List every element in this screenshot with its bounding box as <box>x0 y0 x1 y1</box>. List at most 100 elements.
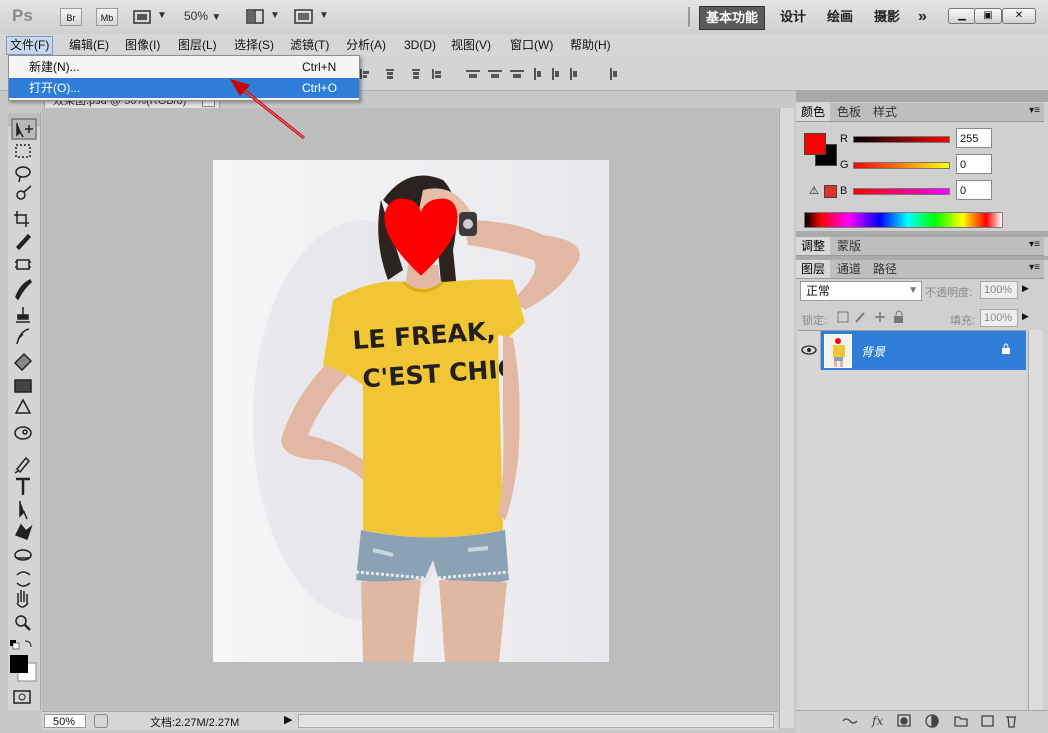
blend-mode-value: 正常 <box>806 284 831 298</box>
opacity-field[interactable]: 100% <box>980 281 1018 299</box>
menu-view[interactable]: 视图(V) <box>448 37 494 54</box>
layers-toolbar-icons[interactable]: fx <box>840 712 1030 730</box>
eye-icon <box>801 345 817 355</box>
status-zoom-field[interactable]: 50% <box>44 714 86 728</box>
menu-item-new-label: 新建(N)... <box>29 60 80 74</box>
chevron-down-icon: ▼ <box>908 285 918 296</box>
film-icon <box>133 10 151 24</box>
title-bar: Ps Br Mb ▼ 50% ▼ ▼ ▼ 基本功能 设计 绘画 摄影 » ▁ ▣… <box>0 0 1048 35</box>
panel-menu-icon[interactable]: ▾≡ <box>1029 239 1040 250</box>
g-slider[interactable] <box>853 162 950 169</box>
lock-label: 锁定: <box>802 315 828 327</box>
chevron-down-icon[interactable]: ▼ <box>319 10 329 21</box>
b-slider[interactable] <box>853 188 950 195</box>
warning-icon: ⚠ <box>809 185 819 197</box>
minimize-button[interactable]: ▁ <box>948 8 976 24</box>
fill-label: 填充: <box>950 315 976 327</box>
opacity-arrow-icon[interactable]: ▶ <box>1022 283 1029 294</box>
status-menu-arrow-icon[interactable]: ▶ <box>284 713 292 726</box>
panel-menu-icon[interactable]: ▾≡ <box>1029 105 1040 116</box>
model-photo: LE FREAK, C'EST CHIC <box>213 160 609 662</box>
grid-layout-icon <box>246 9 264 24</box>
blend-mode-dropdown[interactable]: 正常 ▼ <box>800 281 922 301</box>
layer-name: 背景 <box>861 345 886 359</box>
fill-field[interactable]: 100% <box>980 309 1018 327</box>
svg-text:fx: fx <box>871 714 883 728</box>
status-doc-size: 文档:2.27M/2.27M <box>150 717 240 729</box>
photoshop-logo: Ps <box>12 6 33 25</box>
view-extras-button[interactable] <box>132 8 154 26</box>
r-value-field[interactable]: 255 <box>956 128 992 148</box>
color-spectrum-ramp[interactable] <box>804 212 1003 228</box>
menu-layer[interactable]: 图层(L) <box>175 37 220 54</box>
menu-3d[interactable]: 3D(D) <box>401 37 439 54</box>
menu-help[interactable]: 帮助(H) <box>567 37 614 54</box>
vertical-scrollbar[interactable] <box>779 108 794 728</box>
horizontal-scrollbar[interactable] <box>298 714 774 728</box>
chevron-down-icon: ▼ <box>211 12 222 23</box>
layers-scrollbar[interactable] <box>1028 330 1043 710</box>
status-info-icon[interactable] <box>94 714 108 728</box>
layers-list <box>798 330 1026 711</box>
chevron-down-icon[interactable]: ▼ <box>157 10 167 21</box>
layer-lock-icon <box>1001 343 1011 358</box>
tool-icons <box>10 118 37 704</box>
maximize-button[interactable]: ▣ <box>974 8 1002 24</box>
close-icon: ✕ <box>1014 10 1024 21</box>
workspace-painting[interactable]: 绘画 <box>821 6 859 28</box>
tab-channels[interactable]: 通道 <box>832 260 866 278</box>
distribute-buttons[interactable] <box>464 62 624 84</box>
arrange-documents-button[interactable] <box>246 8 266 26</box>
panel-dock-header <box>796 90 1048 102</box>
gamut-color-swatch[interactable] <box>824 185 837 198</box>
screen-mode-button[interactable] <box>293 8 315 26</box>
tab-masks[interactable]: 蒙版 <box>832 237 866 255</box>
workspace-design[interactable]: 设计 <box>774 6 812 28</box>
chevron-down-icon[interactable]: ▼ <box>270 10 280 21</box>
restore-icon: ▣ <box>983 10 993 21</box>
b-value-field[interactable]: 0 <box>956 180 992 200</box>
tab-swatches[interactable]: 色板 <box>832 103 866 121</box>
layer-visibility-toggle[interactable] <box>798 331 821 369</box>
align-buttons[interactable] <box>356 62 456 84</box>
foreground-color-swatch[interactable] <box>804 133 826 155</box>
g-label: G <box>840 159 849 171</box>
menu-file[interactable]: 文件(F) <box>6 36 54 55</box>
menu-bar: 文件(F) 编辑(E) 图像(I) 图层(L) 选择(S) 滤镜(T) 分析(A… <box>0 34 1048 56</box>
menu-edit[interactable]: 编辑(E) <box>66 37 112 54</box>
menu-window[interactable]: 窗口(W) <box>507 37 556 54</box>
tab-layers[interactable]: 图层 <box>796 260 831 278</box>
zoom-level-dropdown[interactable]: 50% ▼ <box>184 9 221 23</box>
fill-arrow-icon[interactable]: ▶ <box>1022 311 1029 322</box>
bridge-button[interactable]: Br <box>60 8 82 26</box>
tab-color[interactable]: 颜色 <box>796 103 831 121</box>
divider <box>688 7 690 27</box>
mini-bridge-button[interactable]: Mb <box>96 8 118 26</box>
more-workspaces-button[interactable]: » <box>912 6 933 28</box>
menu-image[interactable]: 图像(I) <box>122 37 163 54</box>
workspace-essentials[interactable]: 基本功能 <box>699 6 766 30</box>
workspace-photography[interactable]: 摄影 <box>868 6 906 28</box>
tab-paths[interactable]: 路径 <box>868 260 902 278</box>
lock-option-icons[interactable] <box>836 309 906 325</box>
minimize-icon: ▁ <box>958 10 966 21</box>
menu-item-open-label: 打开(O)... <box>29 81 81 95</box>
align-icons <box>360 69 441 79</box>
red-arrow-annotation <box>230 79 305 140</box>
r-label: R <box>840 133 848 145</box>
r-slider[interactable] <box>853 136 950 143</box>
layer-row-background[interactable]: 背景 <box>821 331 1026 370</box>
document-canvas-image[interactable]: LE FREAK, C'EST CHIC <box>213 160 609 662</box>
menu-select[interactable]: 选择(S) <box>231 37 277 54</box>
layers-panel-tabs: 图层 通道 路径 ▾≡ <box>796 260 1044 279</box>
tab-styles[interactable]: 样式 <box>868 103 902 121</box>
panel-menu-icon[interactable]: ▾≡ <box>1029 262 1040 273</box>
layer-thumbnail <box>824 334 852 368</box>
g-value-field[interactable]: 0 <box>956 154 992 174</box>
status-bar: 50% 文档:2.27M/2.27M ▶ <box>42 711 778 730</box>
menu-filter[interactable]: 滤镜(T) <box>287 37 332 54</box>
menu-analysis[interactable]: 分析(A) <box>343 37 389 54</box>
tab-adjustments[interactable]: 调整 <box>796 237 831 255</box>
color-panel-tabs: 颜色 色板 样式 ▾≡ <box>796 103 1044 122</box>
close-button[interactable]: ✕ <box>1002 8 1036 24</box>
